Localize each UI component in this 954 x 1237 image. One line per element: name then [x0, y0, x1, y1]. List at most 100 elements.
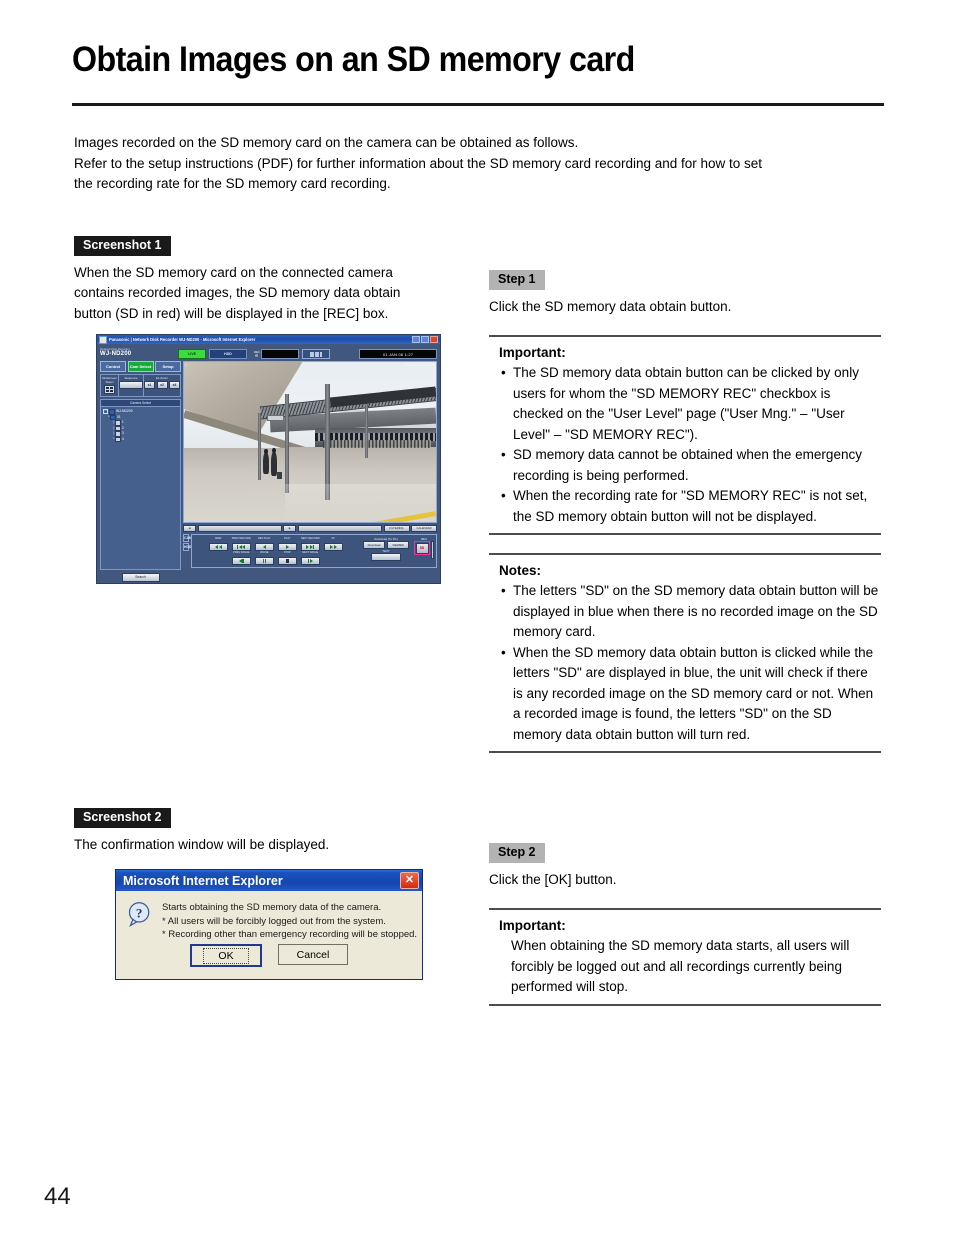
title-divider [72, 103, 884, 106]
sd-memory-data-obtain-button[interactable]: SD [415, 542, 429, 554]
search-button[interactable]: Search [121, 573, 160, 582]
next-record-button[interactable] [300, 543, 320, 551]
multiscreen-button[interactable] [104, 385, 115, 394]
calendar-button[interactable]: CALENDAR [411, 524, 437, 532]
page-header: Obtain Images on an SD memory card [72, 41, 882, 79]
important-bullet-list: The SD memory data obtain button can be … [499, 363, 881, 527]
step-2-important-box: Important: When obtaining the SD memory … [489, 908, 881, 1006]
play-cell: PLAY [277, 537, 297, 551]
cancel-button[interactable]: Cancel [278, 944, 348, 965]
nvr-top-bar: Network Disk Recorder WJ-ND200 LIVE HDD … [100, 347, 437, 359]
rec-status-group: REC [254, 349, 299, 359]
dialog-message-line-2: * All users will be forcibly logged out … [162, 915, 386, 927]
zoom-x4-button[interactable]: x4 [169, 381, 180, 389]
video-timestamp: 01.JAN.06 1:27:53 [404, 362, 434, 367]
rew-button[interactable] [208, 543, 228, 551]
next-image-button[interactable] [300, 557, 320, 565]
pause-cell: PAUSE [254, 551, 274, 565]
viewer-button[interactable]: VIEWER [387, 541, 409, 549]
rev-play-cell: REV PLAY [254, 537, 274, 551]
ok-button[interactable]: OK [190, 944, 262, 967]
ff-button[interactable] [323, 543, 343, 551]
notes-bullet: When the SD memory data obtain button is… [499, 643, 881, 746]
important-heading: Important: [499, 918, 566, 933]
nvr-main-area: Control Cam Select Setup Multiscreen Sel… [100, 361, 437, 582]
video-display[interactable]: 1 01.JAN.06 1:27:53 [183, 361, 437, 523]
timeline-track-2[interactable] [297, 524, 382, 532]
tree-node-label: WJ-ND200 [116, 409, 133, 414]
nvr-brand: Network Disk Recorder WJ-ND200 [100, 347, 178, 357]
text-button[interactable] [371, 553, 401, 561]
camera-tree: – WJ-ND200 └ 01 ├ 1 ├ 2 ├ 3 └ 4 [100, 407, 181, 570]
step-2-section: Step 2 Click the [OK] button. Important:… [489, 843, 881, 1006]
important-inner: Important: When obtaining the SD memory … [489, 910, 881, 1004]
rec-scrollbar[interactable] [431, 541, 434, 559]
screenshot-2-chip: Screenshot 2 [74, 808, 171, 828]
status-display-field [260, 349, 299, 359]
tree-node-label: 4 [121, 436, 124, 441]
nvr-screenshot-image: Panasonic | Network Disk Recorder WJ-ND2… [96, 334, 441, 584]
dialog-title: Microsoft Internet Explorer [123, 873, 283, 888]
screenshot-1-chip: Screenshot 1 [74, 236, 171, 256]
rew-cell: REW [208, 537, 228, 551]
hdd-indicator[interactable]: HDD [209, 349, 247, 359]
important-inner: Important: The SD memory data obtain but… [489, 337, 881, 533]
slider-next-button[interactable]: ► [283, 524, 297, 532]
intro-line-2: Refer to the setup instructions (PDF) fo… [74, 155, 763, 171]
step-1-body: Click the SD memory data obtain button. [489, 298, 732, 314]
prev-image-button[interactable] [231, 557, 251, 565]
dialog-titlebar: Microsoft Internet Explorer ✕ [116, 870, 422, 891]
play-button[interactable] [277, 543, 297, 551]
tree-node-label: 2 [121, 425, 124, 430]
dialog-body: ? Starts obtaining the SD memory data of… [116, 891, 422, 942]
multiscreen-select-cell: Multiscreen Select [101, 375, 119, 396]
stop-button[interactable] [277, 557, 297, 565]
screenshot-2-section: Screenshot 2 The confirmation window wil… [74, 808, 466, 855]
prev-image-cell: PREV IMAGE [231, 551, 251, 565]
source-side-tabs: CAM HDD [183, 534, 192, 568]
sequence-label: Sequence [124, 376, 138, 380]
pause-button[interactable] [254, 557, 274, 565]
tab-setup[interactable]: Setup [155, 361, 181, 372]
ok-button-label: OK [203, 947, 249, 964]
tree-collapse-icon[interactable]: – [103, 409, 108, 415]
screenshot-1-line-3: button (SD in red) will be displayed in … [74, 305, 389, 321]
important-bullet: When the recording rate for "SD MEMORY R… [499, 486, 881, 527]
tree-node-camera[interactable]: └ 4 [103, 436, 178, 442]
zoom-button-row: x1 x2 x4 [144, 381, 180, 389]
zoom-x2-button[interactable]: x2 [156, 381, 168, 389]
timeline-track-1[interactable] [197, 524, 282, 532]
alarm-icon-field[interactable] [301, 349, 330, 359]
download-button-row: Download VIEWER [358, 541, 414, 549]
notes-bullet-list: The letters "SD" on the SD memory data o… [499, 581, 881, 745]
svg-text:?: ? [136, 906, 143, 921]
live-indicator[interactable]: LIVE [178, 349, 206, 359]
sequence-button[interactable] [119, 381, 143, 389]
filtering-button[interactable]: FILTERING [383, 524, 410, 532]
minimize-icon[interactable] [412, 336, 420, 343]
nvr-right-panel: 1 01.JAN.06 1:27:53 ◄ ► FILTERING CALEND… [183, 361, 437, 582]
nvr-window-title: Panasonic | Network Disk Recorder WJ-ND2… [109, 337, 256, 342]
notes-rule-bottom [489, 751, 881, 753]
tab-cam-select[interactable]: Cam Select [127, 361, 154, 372]
nvr-brand-model: WJ-ND200 [100, 351, 132, 357]
maximize-icon[interactable] [421, 336, 429, 343]
zoom-x1-button[interactable]: x1 [144, 381, 155, 389]
screenshot-1-line-1: When the SD memory card on the connected… [74, 264, 393, 280]
rec-box: REC SD [414, 537, 434, 565]
nvr-window-titlebar: Panasonic | Network Disk Recorder WJ-ND2… [97, 335, 440, 344]
side-tab-cam[interactable]: CAM [183, 534, 192, 542]
prev-record-button[interactable] [231, 543, 251, 551]
tab-control[interactable]: Control [100, 361, 126, 372]
tree-node-label: 3 [121, 431, 124, 436]
download-button[interactable]: Download [363, 541, 385, 549]
slider-prev-button[interactable]: ◄ [183, 524, 196, 532]
side-tab-hdd[interactable]: HDD [183, 543, 191, 551]
nvr-tab-row: Control Cam Select Setup [100, 361, 181, 372]
rec-box-inner: SD [414, 541, 434, 559]
close-icon[interactable]: ✕ [400, 872, 419, 889]
playback-row-2: PREV IMAGE PAUSE STOP NEXT IMAGE [194, 551, 359, 565]
close-icon[interactable] [430, 336, 438, 343]
rev-play-button[interactable] [254, 543, 274, 551]
important-rule-bottom [489, 1003, 881, 1006]
